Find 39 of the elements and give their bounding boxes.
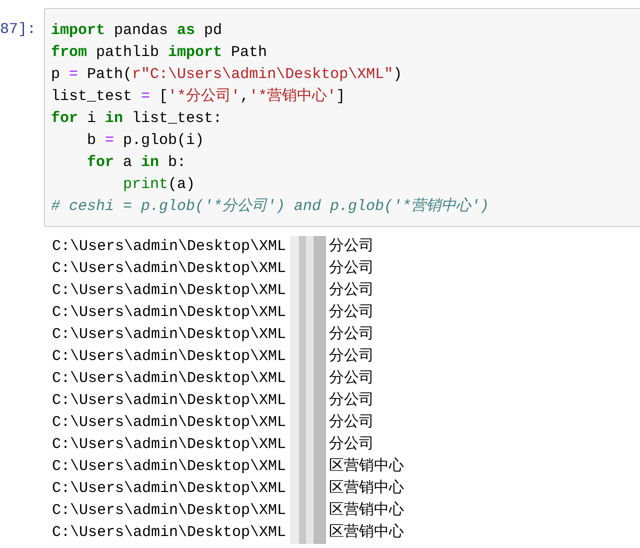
output-suffix: 分公司 <box>329 347 374 367</box>
cell-prompt: 87]: <box>0 20 38 40</box>
output-path: C:\Users\admin\Desktop\XML <box>52 457 286 477</box>
output-path: C:\Users\admin\Desktop\XML <box>52 435 286 455</box>
output-suffix: 分公司 <box>329 369 374 389</box>
output-suffix: 分公司 <box>329 237 374 257</box>
output-path: C:\Users\admin\Desktop\XML <box>52 479 286 499</box>
code-line: import pandas as pd <box>51 21 224 41</box>
code-line: # ceshi = p.glob('*分公司') and p.glob('*营销中心') <box>51 196 490 217</box>
code-cell[interactable] <box>44 8 640 227</box>
output-path: C:\Users\admin\Desktop\XML <box>52 501 286 521</box>
output-path: C:\Users\admin\Desktop\XML <box>52 237 286 257</box>
output-suffix: 区营销中心 <box>329 500 404 521</box>
code-line: list_test = ['*分公司','*营销中心'] <box>51 86 346 107</box>
output-path: C:\Users\admin\Desktop\XML <box>52 369 286 389</box>
output-suffix: 区营销中心 <box>329 522 404 543</box>
output-path: C:\Users\admin\Desktop\XML <box>52 523 286 543</box>
output-path: C:\Users\admin\Desktop\XML <box>52 325 286 345</box>
code-line: print(a) <box>122 175 196 195</box>
output-suffix: 区营销中心 <box>329 478 404 499</box>
output-suffix: 分公司 <box>329 325 374 345</box>
output-path: C:\Users\admin\Desktop\XML <box>52 391 286 411</box>
code-line: from pathlib import Path <box>51 43 268 63</box>
code-line: b = p.glob(i) <box>86 131 206 151</box>
output-suffix: 区营销中心 <box>329 456 404 477</box>
output-suffix: 分公司 <box>329 435 374 455</box>
output-suffix: 分公司 <box>329 281 374 301</box>
output-suffix: 分公司 <box>329 303 374 323</box>
code-line: for i in list_test: <box>51 109 224 129</box>
output-suffix: 分公司 <box>329 391 374 411</box>
output-path: C:\Users\admin\Desktop\XML <box>52 259 286 279</box>
output-path: C:\Users\admin\Desktop\XML <box>52 413 286 433</box>
output-suffix: 分公司 <box>329 259 374 279</box>
output-path: C:\Users\admin\Desktop\XML <box>52 303 286 323</box>
output-path: C:\Users\admin\Desktop\XML <box>52 281 286 301</box>
code-line: p = Path(r"C:\Users\admin\Desktop\XML") <box>51 65 404 85</box>
code-line: for a in b: <box>86 153 188 173</box>
output-suffix: 分公司 <box>329 413 374 433</box>
output-path: C:\Users\admin\Desktop\XML <box>52 347 286 367</box>
